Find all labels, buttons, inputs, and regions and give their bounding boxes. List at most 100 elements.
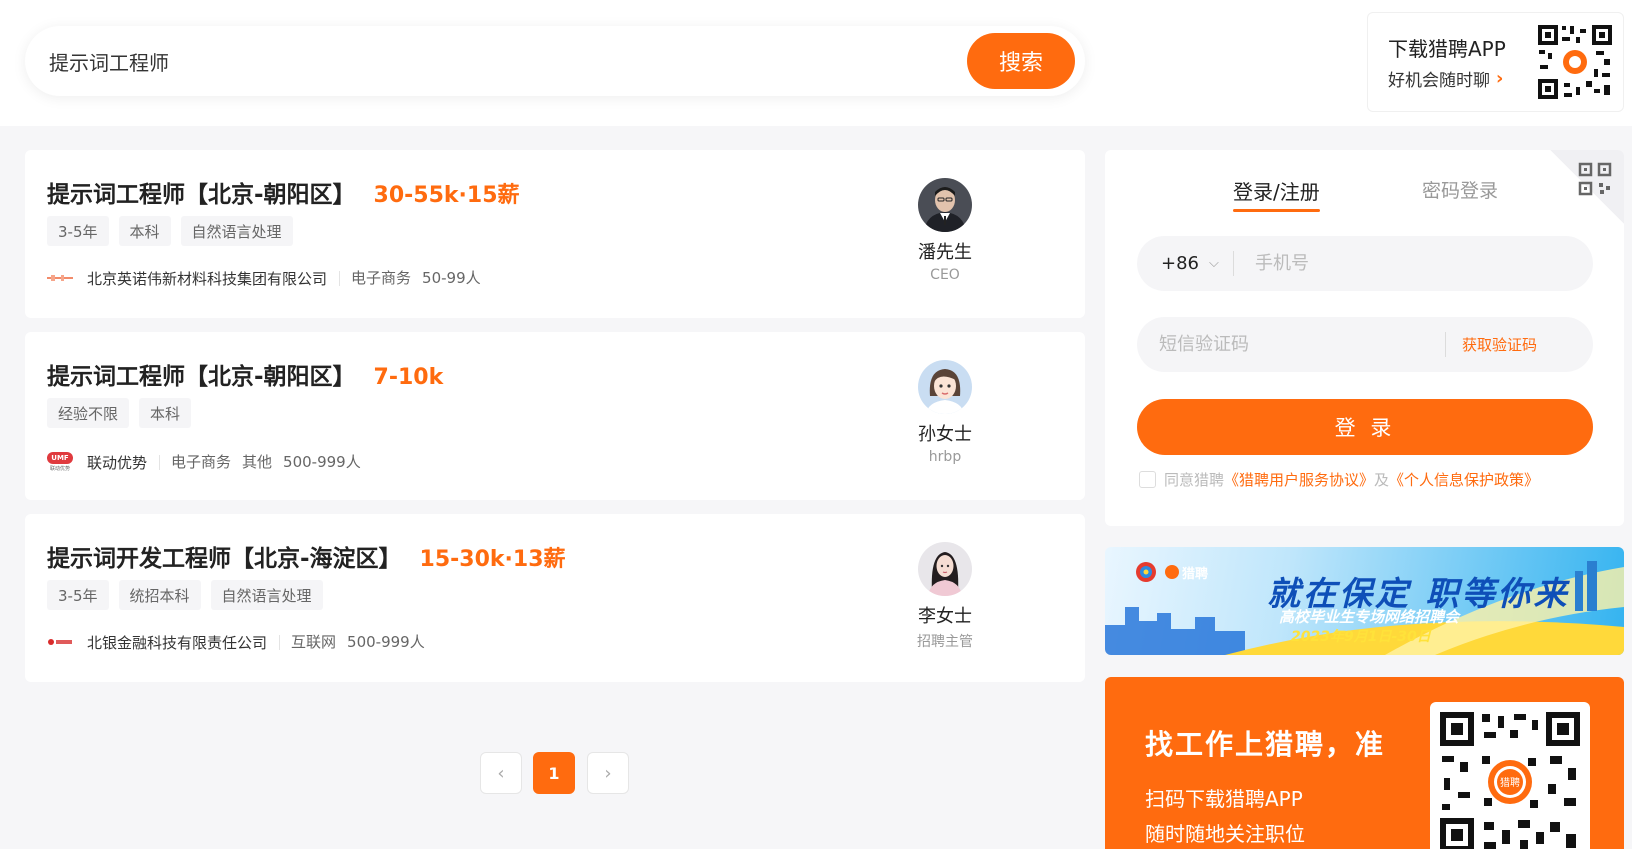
company-stage: 其他 bbox=[242, 452, 273, 471]
company-row: 北银金融科技有限责任公司 互联网 500-999人 bbox=[47, 631, 436, 653]
job-fair-banner[interactable]: 猎聘 就在保定 职等你来 高校毕业生专场网络招聘会 2023年9月1日-30日 bbox=[1105, 547, 1624, 655]
company-size: 50-99人 bbox=[422, 268, 481, 287]
sms-code-field: 获取验证码 bbox=[1137, 317, 1593, 372]
job-tag: 本科 bbox=[139, 398, 192, 428]
qr-code-icon bbox=[1536, 23, 1614, 101]
job-tag: 自然语言处理 bbox=[180, 216, 293, 246]
page-number-current[interactable]: 1 bbox=[533, 752, 575, 794]
recruiter[interactable]: 孙女士 hrbp bbox=[885, 360, 1005, 465]
job-title-row: 提示词工程师【北京-朝阳区】 30-55k·15薪 bbox=[47, 175, 520, 209]
get-code-button[interactable]: 获取验证码 bbox=[1462, 317, 1537, 372]
search-input[interactable] bbox=[49, 26, 929, 96]
liepin-logo-text: 猎聘 bbox=[1182, 566, 1209, 582]
company-name[interactable]: 联动优势 bbox=[87, 452, 147, 473]
job-tags: 经验不限 本科 bbox=[47, 398, 192, 428]
company-size: 500-999人 bbox=[347, 632, 425, 651]
divider bbox=[1233, 251, 1234, 276]
avatar bbox=[918, 360, 972, 414]
job-card[interactable]: 提示词工程师【北京-朝阳区】 7-10k 经验不限 本科 UMF 联动优势 联动… bbox=[25, 332, 1085, 500]
job-title[interactable]: 提示词开发工程师【北京-海淀区】 bbox=[47, 539, 402, 573]
app-download-box[interactable]: 下载猎聘APP 好机会随时聊 › bbox=[1367, 12, 1624, 112]
agreement-and: 及 bbox=[1374, 471, 1390, 489]
service-agreement-link[interactable]: 《猎聘用户服务协议》 bbox=[1224, 469, 1374, 490]
tab-password-login[interactable]: 密码登录 bbox=[1422, 176, 1498, 203]
job-title-row: 提示词开发工程师【北京-海淀区】 15-30k·13薪 bbox=[47, 539, 566, 573]
promo-title: 找工作上猎聘，准 bbox=[1145, 728, 1386, 761]
city-logo-icon bbox=[1136, 562, 1156, 582]
job-salary: 15-30k·13薪 bbox=[419, 547, 566, 572]
job-tag: 3-5年 bbox=[47, 580, 109, 610]
job-tag: 自然语言处理 bbox=[210, 580, 323, 610]
phone-field: +86 ⌵ bbox=[1137, 236, 1593, 291]
recruiter[interactable]: 李女士 招聘主管 bbox=[885, 542, 1005, 651]
company-name[interactable]: 北银金融科技有限责任公司 bbox=[87, 632, 267, 653]
liepin-logo: 猎聘 bbox=[1165, 563, 1208, 582]
recruiter[interactable]: 潘先生 CEO bbox=[885, 178, 1005, 283]
agreement-row: 同意猎聘 《猎聘用户服务协议》 及 《个人信息保护政策》 bbox=[1139, 469, 1539, 490]
divider bbox=[1445, 332, 1446, 357]
company-logo: UMF 联动优势 bbox=[47, 449, 73, 475]
company-logo bbox=[47, 631, 73, 653]
agreement-text: 同意猎聘 bbox=[1164, 471, 1225, 489]
job-card[interactable]: 提示词工程师【北京-朝阳区】 30-55k·15薪 3-5年 本科 自然语言处理… bbox=[25, 150, 1085, 318]
country-code-select[interactable]: +86 ⌵ bbox=[1161, 236, 1219, 291]
privacy-policy-link[interactable]: 《个人信息保护政策》 bbox=[1389, 469, 1539, 490]
promo-line: 扫码下载猎聘APP bbox=[1145, 787, 1303, 811]
next-page-button[interactable]: › bbox=[587, 752, 629, 794]
company-logo bbox=[47, 267, 73, 289]
top-bar: 搜索 下载猎聘APP 好机会随时聊 › bbox=[0, 0, 1632, 126]
banner-subtitle: 高校毕业生专场网络招聘会 bbox=[1279, 608, 1460, 626]
promo-line: 随时随地关注职位 bbox=[1145, 822, 1305, 846]
agreement-checkbox[interactable] bbox=[1139, 471, 1156, 488]
login-panel: 登录/注册 密码登录 +86 ⌵ 获取验证码 登 录 同意猎聘 《猎聘用户服务协… bbox=[1105, 150, 1624, 526]
company-industry: 互联网 bbox=[279, 634, 347, 650]
search-button[interactable]: 搜索 bbox=[967, 33, 1075, 89]
recruiter-role: 招聘主管 bbox=[917, 634, 973, 650]
app-download-subtitle-text: 好机会随时聊 bbox=[1388, 71, 1490, 91]
job-title-row: 提示词工程师【北京-朝阳区】 7-10k bbox=[47, 357, 443, 391]
country-code-value: +86 bbox=[1161, 253, 1199, 274]
chevron-right-icon: › bbox=[1496, 68, 1504, 89]
banner-date: 2023年9月1日-30日 bbox=[1291, 629, 1431, 645]
job-salary: 30-55k·15薪 bbox=[373, 183, 520, 208]
qr-badge-text: 猎聘 bbox=[1500, 776, 1520, 789]
app-download-title: 下载猎聘APP bbox=[1388, 37, 1506, 61]
job-tags: 3-5年 统招本科 自然语言处理 bbox=[47, 580, 323, 610]
recruiter-name: 孙女士 bbox=[918, 424, 972, 445]
job-title[interactable]: 提示词工程师【北京-朝阳区】 bbox=[47, 175, 356, 209]
prev-page-button[interactable]: ‹ bbox=[480, 752, 522, 794]
chevron-down-icon: ⌵ bbox=[1209, 256, 1219, 271]
company-row: UMF 联动优势 联动优势 电子商务 其他 500-999人 bbox=[47, 449, 372, 475]
job-card[interactable]: 提示词开发工程师【北京-海淀区】 15-30k·13薪 3-5年 统招本科 自然… bbox=[25, 514, 1085, 682]
company-logo-caption: 联动优势 bbox=[49, 465, 70, 472]
company-name[interactable]: 北京英诺伟新材料科技集团有限公司 bbox=[87, 268, 327, 289]
recruiter-name: 潘先生 bbox=[918, 242, 972, 263]
app-promo: 找工作上猎聘，准 扫码下载猎聘APP 随时随地关注职位 猎聘 bbox=[1105, 677, 1624, 849]
tab-login-register[interactable]: 登录/注册 bbox=[1233, 176, 1320, 212]
job-tags: 3-5年 本科 自然语言处理 bbox=[47, 216, 293, 246]
avatar bbox=[918, 542, 972, 596]
login-button[interactable]: 登 录 bbox=[1137, 399, 1593, 455]
phone-input[interactable] bbox=[1255, 236, 1575, 291]
promo-qr-code: 猎聘 bbox=[1430, 702, 1590, 849]
qr-login-toggle[interactable] bbox=[1550, 150, 1624, 224]
company-logo-mark: UMF bbox=[47, 451, 73, 464]
app-download-subtitle[interactable]: 好机会随时聊 › bbox=[1388, 66, 1503, 91]
recruiter-name: 李女士 bbox=[918, 606, 972, 627]
job-tag: 本科 bbox=[118, 216, 171, 246]
company-industry: 电子商务 bbox=[339, 270, 422, 286]
liepin-logo-icon bbox=[1165, 565, 1179, 579]
job-title[interactable]: 提示词工程师【北京-朝阳区】 bbox=[47, 357, 356, 391]
avatar bbox=[918, 178, 972, 232]
job-salary: 7-10k bbox=[373, 365, 444, 390]
job-tag: 3-5年 bbox=[47, 216, 109, 246]
sms-code-input[interactable] bbox=[1159, 317, 1429, 372]
company-size: 500-999人 bbox=[283, 452, 361, 471]
job-tag: 经验不限 bbox=[47, 398, 130, 428]
recruiter-role: CEO bbox=[930, 267, 960, 283]
search-box: 搜索 bbox=[25, 26, 1085, 96]
job-tag: 统招本科 bbox=[118, 580, 201, 610]
recruiter-role: hrbp bbox=[928, 449, 962, 465]
banner-logos: 猎聘 bbox=[1135, 561, 1208, 583]
company-industry: 电子商务 bbox=[159, 454, 242, 470]
